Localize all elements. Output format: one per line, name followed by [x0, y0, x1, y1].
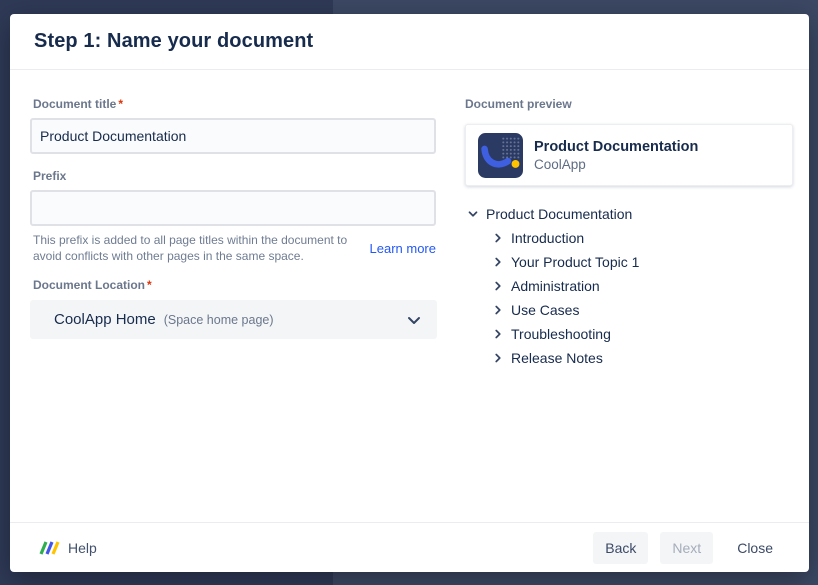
tree-item-label: Introduction [511, 230, 584, 246]
tree-row-root[interactable]: Product Documentation [465, 202, 793, 226]
location-hint: (Space home page) [164, 313, 274, 327]
close-button[interactable]: Close [725, 532, 785, 564]
create-document-modal: Step 1: Name your document Document titl… [10, 14, 809, 572]
preview-card-title: Product Documentation [534, 139, 698, 155]
tree-item-label: Product Documentation [486, 206, 632, 222]
preview-column: Document preview Produ [465, 97, 793, 522]
preview-card-text: Product Documentation CoolApp [534, 139, 698, 172]
learn-more-link[interactable]: Learn more [370, 241, 436, 256]
modal-footer: Help Back Next Close [10, 522, 809, 572]
tree-item-label: Your Product Topic 1 [511, 254, 639, 270]
location-selected-value: CoolApp Home [54, 311, 156, 328]
chevron-down-icon[interactable] [465, 206, 481, 222]
document-tree: Product Documentation Introduction Your … [465, 202, 793, 370]
tree-item-label: Troubleshooting [511, 326, 611, 342]
required-asterisk: * [118, 97, 123, 111]
tree-item-label: Use Cases [511, 302, 579, 318]
chevron-right-icon[interactable] [490, 230, 506, 246]
footer-buttons: Back Next Close [593, 532, 785, 564]
tree-item-label: Release Notes [511, 350, 603, 366]
chevron-right-icon[interactable] [490, 278, 506, 294]
tree-row[interactable]: Administration [465, 274, 793, 298]
prefix-label: Prefix [33, 169, 436, 183]
chevron-right-icon[interactable] [490, 302, 506, 318]
chevron-down-icon [405, 311, 423, 329]
prefix-helper-row: This prefix is added to all page titles … [30, 232, 436, 264]
tree-item-label: Administration [511, 278, 600, 294]
document-thumbnail-icon [478, 133, 523, 178]
required-asterisk: * [147, 278, 152, 292]
prefix-input[interactable] [30, 190, 436, 226]
document-preview-card: Product Documentation CoolApp [465, 124, 793, 186]
help-label: Help [68, 540, 97, 556]
prefix-helper-text: This prefix is added to all page titles … [33, 232, 364, 264]
document-title-label: Document title* [33, 97, 436, 111]
chevron-right-icon[interactable] [490, 326, 506, 342]
document-preview-label: Document preview [465, 97, 793, 111]
tree-row[interactable]: Use Cases [465, 298, 793, 322]
chevron-right-icon[interactable] [490, 254, 506, 270]
modal-header: Step 1: Name your document [10, 14, 809, 70]
modal-body: Document title* Prefix This prefix is ad… [10, 70, 809, 522]
document-location-select[interactable]: CoolApp Home (Space home page) [30, 300, 437, 339]
form-column: Document title* Prefix This prefix is ad… [30, 97, 436, 522]
k15t-logo-icon [38, 539, 60, 557]
tree-row[interactable]: Introduction [465, 226, 793, 250]
preview-card-subtitle: CoolApp [534, 157, 698, 172]
tree-row[interactable]: Your Product Topic 1 [465, 250, 793, 274]
document-location-label: Document Location* [33, 278, 436, 292]
next-button[interactable]: Next [660, 532, 713, 564]
help-button[interactable]: Help [38, 539, 97, 557]
back-button[interactable]: Back [593, 532, 648, 564]
modal-title: Step 1: Name your document [34, 30, 313, 53]
tree-row[interactable]: Release Notes [465, 346, 793, 370]
document-title-input[interactable] [30, 118, 436, 154]
tree-row[interactable]: Troubleshooting [465, 322, 793, 346]
chevron-right-icon[interactable] [490, 350, 506, 366]
